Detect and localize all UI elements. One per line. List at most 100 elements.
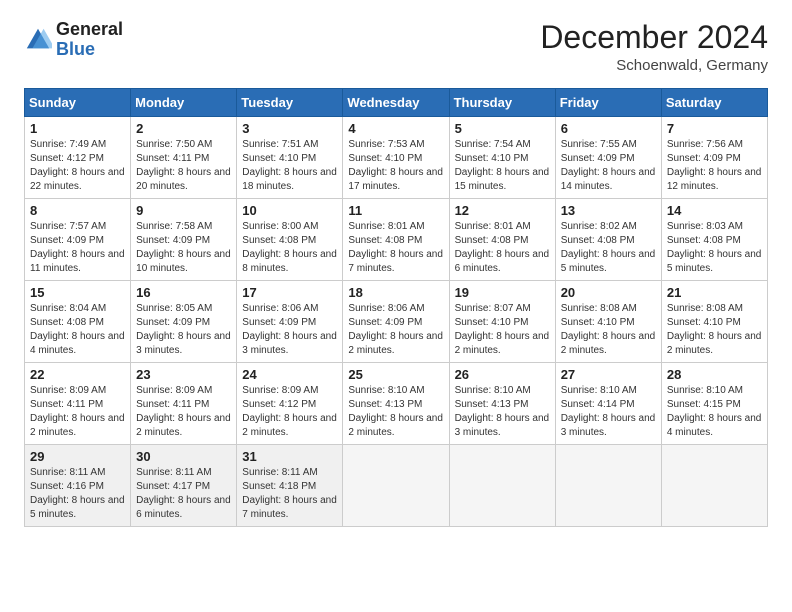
day-number: 16 <box>136 285 231 300</box>
day-info: Sunrise: 8:09 AMSunset: 4:11 PMDaylight:… <box>136 384 231 440</box>
week-row-5: 29 Sunrise: 8:11 AMSunset: 4:16 PMDayligh… <box>25 445 768 527</box>
day-info: Sunrise: 8:10 AMSunset: 4:13 PMDaylight:… <box>348 384 443 440</box>
day-number: 1 <box>30 121 125 136</box>
day-info: Sunrise: 8:08 AMSunset: 4:10 PMDaylight:… <box>561 302 656 358</box>
day-number: 28 <box>667 367 762 382</box>
day-number: 2 <box>136 121 231 136</box>
day-info: Sunrise: 8:05 AMSunset: 4:09 PMDaylight:… <box>136 302 231 358</box>
day-info: Sunrise: 7:54 AMSunset: 4:10 PMDaylight:… <box>455 138 550 194</box>
table-cell: 30Sunrise: 8:11 AMSunset: 4:17 PMDayligh… <box>131 445 237 527</box>
day-number: 31 <box>242 449 337 464</box>
col-thursday: Thursday <box>449 89 555 117</box>
header-row: Sunday Monday Tuesday Wednesday Thursday… <box>25 89 768 117</box>
day-number: 5 <box>455 121 550 136</box>
day-number: 11 <box>348 203 443 218</box>
table-cell: 18Sunrise: 8:06 AMSunset: 4:09 PMDayligh… <box>343 281 449 363</box>
day-number: 6 <box>561 121 656 136</box>
day-info: Sunrise: 8:08 AMSunset: 4:10 PMDaylight:… <box>667 302 762 358</box>
table-cell: 24Sunrise: 8:09 AMSunset: 4:12 PMDayligh… <box>237 363 343 445</box>
table-cell: 2 Sunrise: 7:50 AMSunset: 4:11 PMDaylight… <box>131 117 237 199</box>
title-block: December 2024 Schoenwald, Germany <box>540 20 768 74</box>
day-info: Sunrise: 7:55 AMSunset: 4:09 PMDaylight:… <box>561 138 656 194</box>
day-info: Sunrise: 8:03 AMSunset: 4:08 PMDaylight:… <box>667 220 762 276</box>
day-number: 7 <box>667 121 762 136</box>
day-info: Sunrise: 7:50 AMSunset: 4:11 PMDaylight:… <box>136 138 231 194</box>
day-number: 20 <box>561 285 656 300</box>
table-cell: 3Sunrise: 7:51 AMSunset: 4:10 PMDaylight… <box>237 117 343 199</box>
day-info: Sunrise: 8:09 AMSunset: 4:12 PMDaylight:… <box>242 384 337 440</box>
day-number: 23 <box>136 367 231 382</box>
logo-text: General Blue <box>56 20 123 60</box>
day-info: Sunrise: 8:11 AMSunset: 4:17 PMDaylight:… <box>136 466 231 522</box>
week-row-3: 15 Sunrise: 8:04 AMSunset: 4:08 PMDayligh… <box>25 281 768 363</box>
table-cell: 10 Sunrise: 8:00 AMSunset: 4:08 PMDayligh… <box>237 199 343 281</box>
calendar-body: 1Sunrise: 7:49 AMSunset: 4:12 PMDaylight… <box>25 117 768 527</box>
day-info: Sunrise: 7:58 AMSunset: 4:09 PMDaylight:… <box>136 220 231 276</box>
day-number: 19 <box>455 285 550 300</box>
table-cell: 20 Sunrise: 8:08 AMSunset: 4:10 PMDayligh… <box>555 281 661 363</box>
calendar-header: Sunday Monday Tuesday Wednesday Thursday… <box>25 89 768 117</box>
table-cell: 19Sunrise: 8:07 AMSunset: 4:10 PMDayligh… <box>449 281 555 363</box>
day-number: 13 <box>561 203 656 218</box>
table-cell: 28 Sunrise: 8:10 AMSunset: 4:15 PMDayligh… <box>661 363 767 445</box>
day-number: 26 <box>455 367 550 382</box>
col-wednesday: Wednesday <box>343 89 449 117</box>
day-number: 25 <box>348 367 443 382</box>
col-friday: Friday <box>555 89 661 117</box>
logo-icon <box>24 26 52 54</box>
day-number: 8 <box>30 203 125 218</box>
table-cell: 12Sunrise: 8:01 AMSunset: 4:08 PMDayligh… <box>449 199 555 281</box>
day-number: 18 <box>348 285 443 300</box>
day-info: Sunrise: 8:00 AMSunset: 4:08 PMDaylight:… <box>242 220 337 276</box>
day-info: Sunrise: 8:10 AMSunset: 4:15 PMDaylight:… <box>667 384 762 440</box>
day-info: Sunrise: 8:09 AMSunset: 4:11 PMDaylight:… <box>30 384 125 440</box>
col-sunday: Sunday <box>25 89 131 117</box>
table-cell: 26 Sunrise: 8:10 AMSunset: 4:13 PMDayligh… <box>449 363 555 445</box>
day-number: 10 <box>242 203 337 218</box>
table-cell: 6 Sunrise: 7:55 AMSunset: 4:09 PMDaylight… <box>555 117 661 199</box>
table-cell <box>449 445 555 527</box>
table-cell: 16 Sunrise: 8:05 AMSunset: 4:09 PMDayligh… <box>131 281 237 363</box>
table-cell: 23 Sunrise: 8:09 AMSunset: 4:11 PMDayligh… <box>131 363 237 445</box>
table-cell: 25 Sunrise: 8:10 AMSunset: 4:13 PMDayligh… <box>343 363 449 445</box>
day-number: 12 <box>455 203 550 218</box>
location: Schoenwald, Germany <box>540 57 768 74</box>
day-number: 22 <box>30 367 125 382</box>
table-cell: 17Sunrise: 8:06 AMSunset: 4:09 PMDayligh… <box>237 281 343 363</box>
day-info: Sunrise: 7:57 AMSunset: 4:09 PMDaylight:… <box>30 220 125 276</box>
month-year: December 2024 <box>540 20 768 55</box>
table-cell <box>343 445 449 527</box>
table-cell: 27Sunrise: 8:10 AMSunset: 4:14 PMDayligh… <box>555 363 661 445</box>
table-cell: 29 Sunrise: 8:11 AMSunset: 4:16 PMDayligh… <box>25 445 131 527</box>
table-cell: 4 Sunrise: 7:53 AMSunset: 4:10 PMDaylight… <box>343 117 449 199</box>
table-cell: 11 Sunrise: 8:01 AMSunset: 4:08 PMDayligh… <box>343 199 449 281</box>
week-row-2: 8 Sunrise: 7:57 AMSunset: 4:09 PMDaylight… <box>25 199 768 281</box>
logo: General Blue <box>24 20 123 60</box>
table-cell <box>555 445 661 527</box>
day-number: 14 <box>667 203 762 218</box>
calendar-table: Sunday Monday Tuesday Wednesday Thursday… <box>24 88 768 527</box>
col-tuesday: Tuesday <box>237 89 343 117</box>
day-info: Sunrise: 8:10 AMSunset: 4:13 PMDaylight:… <box>455 384 550 440</box>
table-cell: 22 Sunrise: 8:09 AMSunset: 4:11 PMDayligh… <box>25 363 131 445</box>
day-info: Sunrise: 7:53 AMSunset: 4:10 PMDaylight:… <box>348 138 443 194</box>
table-cell: 7Sunrise: 7:56 AMSunset: 4:09 PMDaylight… <box>661 117 767 199</box>
table-cell: 21 Sunrise: 8:08 AMSunset: 4:10 PMDayligh… <box>661 281 767 363</box>
table-cell: 8 Sunrise: 7:57 AMSunset: 4:09 PMDaylight… <box>25 199 131 281</box>
day-info: Sunrise: 8:01 AMSunset: 4:08 PMDaylight:… <box>348 220 443 276</box>
day-number: 17 <box>242 285 337 300</box>
day-number: 29 <box>30 449 125 464</box>
day-number: 15 <box>30 285 125 300</box>
table-cell: 31Sunrise: 8:11 AMSunset: 4:18 PMDayligh… <box>237 445 343 527</box>
day-info: Sunrise: 8:10 AMSunset: 4:14 PMDaylight:… <box>561 384 656 440</box>
day-number: 4 <box>348 121 443 136</box>
week-row-4: 22 Sunrise: 8:09 AMSunset: 4:11 PMDayligh… <box>25 363 768 445</box>
day-number: 3 <box>242 121 337 136</box>
day-number: 9 <box>136 203 231 218</box>
day-info: Sunrise: 8:11 AMSunset: 4:16 PMDaylight:… <box>30 466 125 522</box>
week-row-1: 1Sunrise: 7:49 AMSunset: 4:12 PMDaylight… <box>25 117 768 199</box>
table-cell: 1Sunrise: 7:49 AMSunset: 4:12 PMDaylight… <box>25 117 131 199</box>
day-info: Sunrise: 8:04 AMSunset: 4:08 PMDaylight:… <box>30 302 125 358</box>
col-monday: Monday <box>131 89 237 117</box>
day-number: 21 <box>667 285 762 300</box>
